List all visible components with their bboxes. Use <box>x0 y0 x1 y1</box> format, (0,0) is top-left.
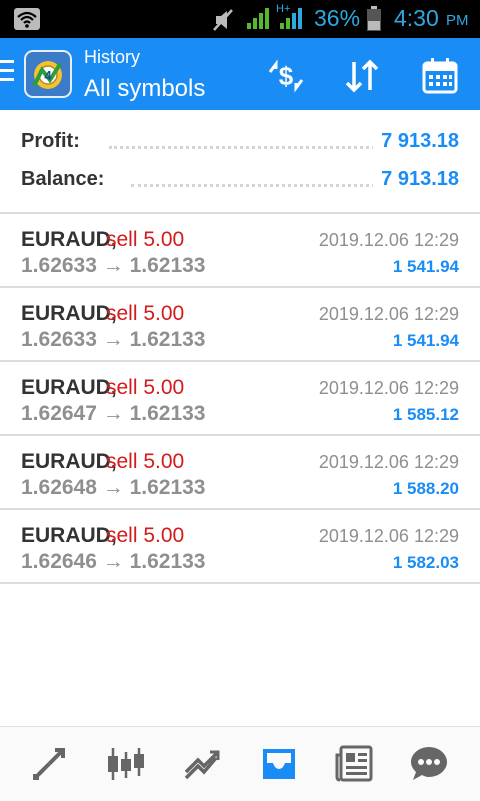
deal-prices: 1.62633 → 1.62133 <box>21 328 206 351</box>
sort-icon <box>345 59 379 93</box>
calendar-icon <box>422 58 458 94</box>
deal-prices: 1.62646 → 1.62133 <box>21 550 206 573</box>
wifi-icon <box>14 8 40 30</box>
deal-profit: 1 541.94 <box>392 331 459 350</box>
status-bar: H+ 36% 4:30 PM <box>0 0 480 38</box>
sort-button[interactable] <box>340 54 384 98</box>
deal-row[interactable]: EURAUD, sell 5.00 1.62648 → 1.62133 2019… <box>0 436 480 510</box>
deal-symbol: EURAUD, <box>21 450 117 473</box>
deal-time: 2019.12.06 12:29 <box>318 378 459 398</box>
deal-symbol: EURAUD, <box>21 302 117 325</box>
signal-icon-2 <box>280 8 302 29</box>
battery-icon <box>367 6 381 31</box>
deal-prices: 1.62647 → 1.62133 <box>21 402 206 425</box>
deal-time: 2019.12.06 12:29 <box>318 452 459 472</box>
mute-icon <box>213 9 233 31</box>
deal-profit: 1 585.12 <box>392 405 459 424</box>
app-subtitle: History <box>84 47 141 67</box>
trade-icon <box>184 750 220 780</box>
profit-value: 7 913.18 <box>373 130 459 153</box>
bottom-navigation <box>0 726 480 801</box>
deal-profit: 1 541.94 <box>392 257 459 276</box>
deal-profit: 1 582.03 <box>392 553 459 572</box>
nav-trade[interactable] <box>180 741 226 787</box>
app-title[interactable]: All symbols <box>84 75 205 103</box>
app-bar: 4 History All symbols $ <box>0 38 480 110</box>
chart-icon <box>108 748 144 780</box>
deal-prices: 1.62633 → 1.62133 <box>21 254 206 277</box>
deal-time: 2019.12.06 12:29 <box>318 230 459 250</box>
deal-profit: 1 588.20 <box>392 479 459 498</box>
news-icon <box>335 745 373 782</box>
deal-time: 2019.12.06 12:29 <box>318 526 459 546</box>
deal-side: sell 5.00 <box>106 376 185 399</box>
menu-icon[interactable] <box>0 60 16 90</box>
currency-exchange-button[interactable]: $ <box>264 54 308 98</box>
deal-prices: 1.62648 → 1.62133 <box>21 476 206 499</box>
messages-icon <box>411 747 447 780</box>
nav-chart[interactable] <box>103 741 149 787</box>
history-summary: Profit: 7 913.18 Balance: 7 913.18 <box>0 110 480 212</box>
nav-messages[interactable] <box>406 741 452 787</box>
metatrader4-logo[interactable]: 4 <box>24 50 72 98</box>
deal-symbol: EURAUD, <box>21 228 117 251</box>
balance-label: Balance: <box>21 168 111 191</box>
calendar-button[interactable] <box>418 54 462 98</box>
clock-ampm: PM <box>446 12 469 29</box>
balance-row: Balance: 7 913.18 <box>21 168 459 198</box>
svg-text:$: $ <box>279 61 294 91</box>
profit-row: Profit: 7 913.18 <box>21 130 459 160</box>
deal-row[interactable]: EURAUD, sell 5.00 1.62647 → 1.62133 2019… <box>0 362 480 436</box>
deal-side: sell 5.00 <box>106 302 185 325</box>
nav-news[interactable] <box>332 741 378 787</box>
balance-value: 7 913.18 <box>373 168 459 191</box>
quotes-icon <box>33 748 65 780</box>
deal-symbol: EURAUD, <box>21 524 117 547</box>
deal-row[interactable]: EURAUD, sell 5.00 1.62633 → 1.62133 2019… <box>0 214 480 288</box>
deal-time: 2019.12.06 12:29 <box>318 304 459 324</box>
deal-side: sell 5.00 <box>106 524 185 547</box>
signal-icon <box>247 8 269 29</box>
profit-label: Profit: <box>21 130 86 153</box>
battery-percent: 36% <box>314 5 361 31</box>
deal-side: sell 5.00 <box>106 228 185 251</box>
deal-symbol: EURAUD, <box>21 376 117 399</box>
deal-side: sell 5.00 <box>106 450 185 473</box>
currency-exchange-icon: $ <box>268 59 304 93</box>
deal-row[interactable]: EURAUD, sell 5.00 1.62633 → 1.62133 2019… <box>0 288 480 362</box>
nav-quotes[interactable] <box>26 741 72 787</box>
nav-history[interactable] <box>256 741 302 787</box>
history-icon <box>263 749 295 779</box>
clock-time: 4:30 <box>394 5 439 31</box>
deal-row[interactable]: EURAUD, sell 5.00 1.62646 → 1.62133 2019… <box>0 510 480 584</box>
svg-text:4: 4 <box>44 68 52 83</box>
